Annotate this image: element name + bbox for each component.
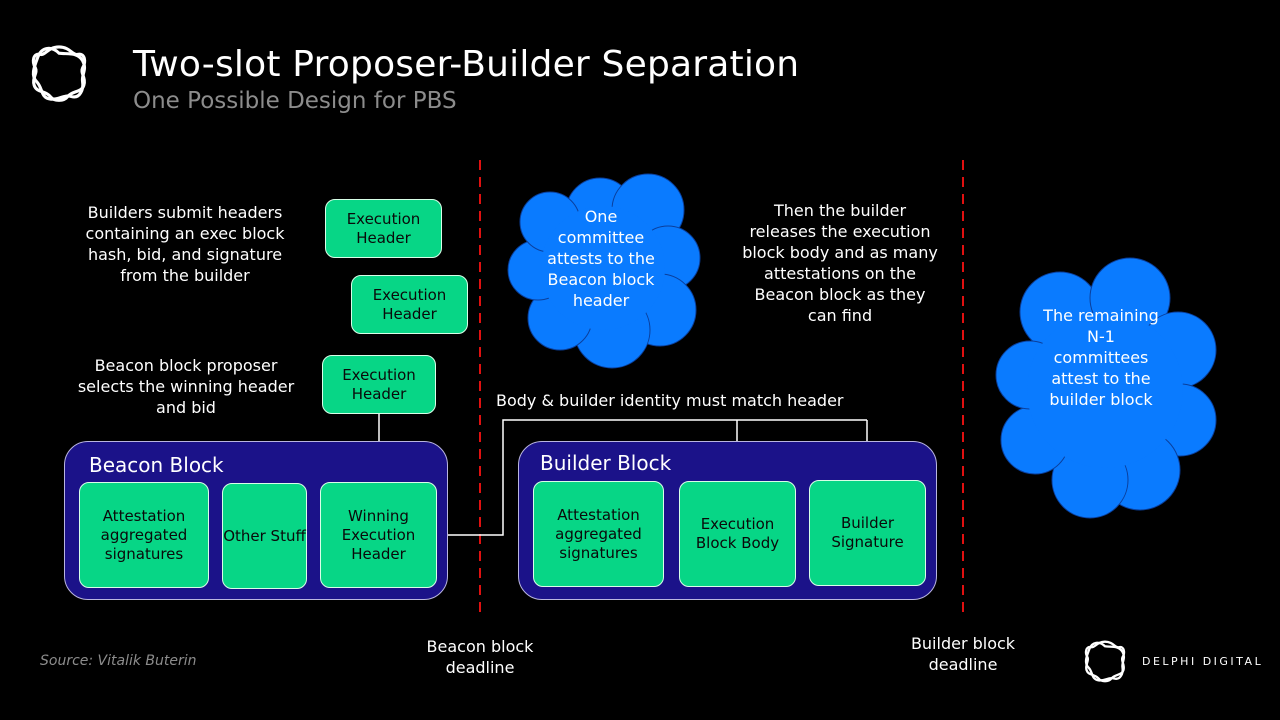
brand-logo-icon (1084, 640, 1126, 683)
builder-block-title: Builder Block (540, 451, 672, 475)
cloud-one-committee-text: One committee attests to the Beacon bloc… (547, 207, 655, 310)
beacon-winning-execution-header: Winning Execution Header (320, 482, 437, 588)
builder-signature: Builder Signature (809, 480, 926, 586)
note-builder-releases: Then the builder releases the execution … (742, 201, 938, 325)
builder-deadline-label: Builder block deadline (910, 634, 1016, 674)
execution-header-box: Execution Header (322, 355, 436, 414)
page-subtitle: One Possible Design for PBS (133, 88, 457, 114)
builder-execution-block-body: Execution Block Body (679, 481, 796, 587)
match-header-label: Body & builder identity must match heade… (496, 391, 844, 410)
brand-name: DELPHI DIGITAL (1142, 655, 1264, 668)
execution-header-box: Execution Header (325, 199, 442, 258)
beacon-attestation-signatures: Attestation aggregated signatures (79, 482, 209, 588)
beacon-block-container: Beacon Block Attestation aggregated sign… (64, 441, 448, 600)
note-builders-submit: Builders submit headers containing an ex… (85, 203, 285, 285)
cloud-remaining-committees-text: The remaining N-1 committees attest to t… (1043, 306, 1159, 409)
page-title: Two-slot Proposer-Builder Separation (133, 44, 800, 85)
builder-attestation-signatures: Attestation aggregated signatures (533, 481, 664, 587)
delphi-logo-icon (31, 45, 87, 102)
beacon-other-stuff: Other Stuff (222, 483, 307, 589)
beacon-deadline-label: Beacon block deadline (426, 637, 534, 677)
note-proposer-selects: Beacon block proposer selects the winnin… (77, 356, 295, 417)
execution-header-box: Execution Header (351, 275, 468, 334)
source-citation: Source: Vitalik Buterin (40, 653, 197, 669)
builder-block-container: Builder Block Attestation aggregated sig… (518, 441, 937, 600)
beacon-block-title: Beacon Block (89, 453, 224, 477)
